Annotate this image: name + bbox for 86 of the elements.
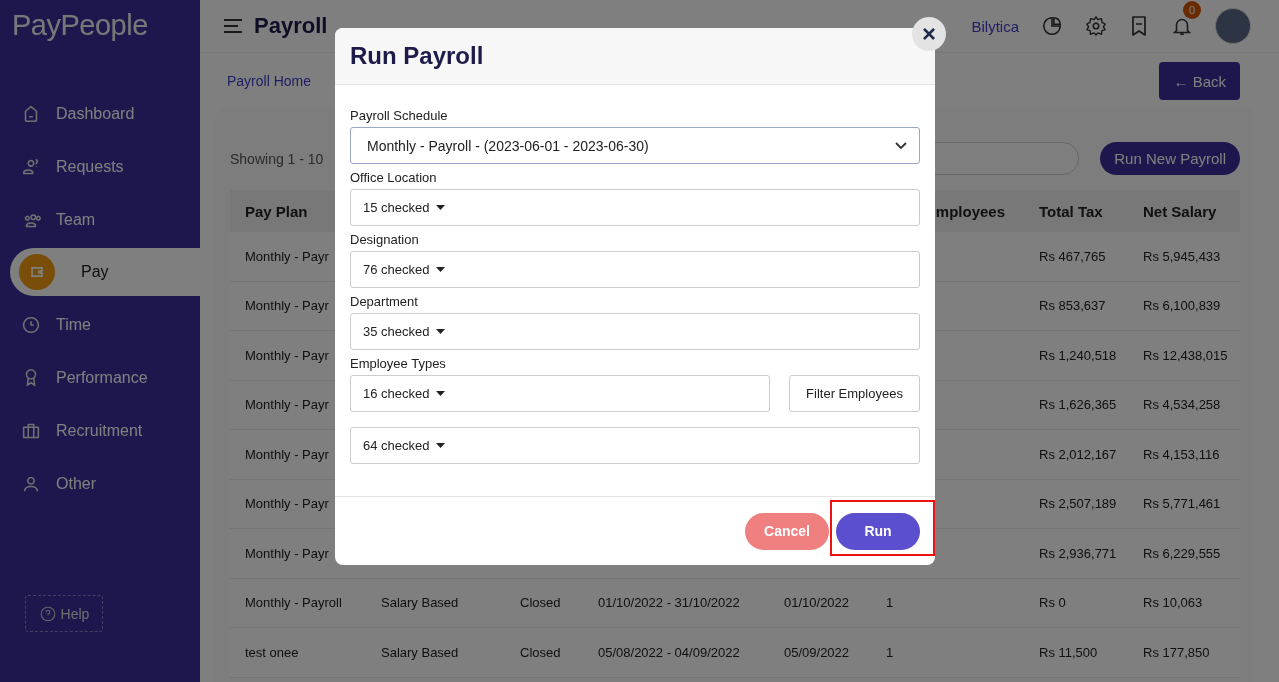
field-label: Employee Types bbox=[350, 354, 447, 373]
multiselect-dropdown[interactable]: 64 checked bbox=[350, 427, 920, 464]
table-cell: 01/10/2022 - 31/10/2022 bbox=[598, 595, 740, 611]
logo: PayPeople bbox=[11, 8, 149, 43]
multiselect-dropdown[interactable]: 76 checked bbox=[350, 251, 920, 288]
sidebar-item[interactable]: Performance bbox=[0, 351, 200, 404]
table-cell: 05/08/2022 - 04/09/2022 bbox=[598, 644, 740, 660]
table-cell: Closed bbox=[520, 595, 561, 611]
table-cell: Monthly - Payr bbox=[245, 248, 329, 264]
table-cell: Rs 5,771,461 bbox=[1143, 496, 1221, 512]
table-cell: Rs 4,534,258 bbox=[1143, 397, 1221, 413]
table-cell: Rs 10,063 bbox=[1143, 595, 1203, 611]
multiselect-dropdown[interactable]: 35 checked bbox=[350, 313, 920, 350]
wallet-icon bbox=[19, 254, 55, 290]
caret-icon bbox=[435, 391, 445, 396]
table-cell: Rs 2,936,771 bbox=[1039, 545, 1117, 561]
page-title: Payroll bbox=[254, 13, 328, 39]
table-cell: Rs 4,153,116 bbox=[1143, 446, 1220, 462]
table-cell: Rs 467,765 bbox=[1039, 248, 1106, 264]
notification-badge: 0 bbox=[1183, 1, 1201, 19]
field-label: Office Location bbox=[350, 168, 438, 187]
caret-icon bbox=[435, 267, 445, 272]
field-label: Payroll Schedule bbox=[350, 106, 449, 125]
sidebar-item[interactable]: Team bbox=[0, 193, 200, 246]
table-cell: Monthly - Payr bbox=[245, 298, 329, 314]
table-cell: Monthly - Payr bbox=[245, 545, 329, 561]
caret-icon bbox=[435, 205, 445, 210]
table-cell: 1 bbox=[886, 595, 894, 611]
sidebar-item[interactable]: Other bbox=[0, 457, 200, 510]
column-header: mployees bbox=[935, 202, 1005, 220]
sidebar-item[interactable]: Dashboard bbox=[0, 87, 200, 140]
table-cell: Rs 11,500 bbox=[1039, 644, 1098, 660]
table-cell: Monthly - Payroll bbox=[245, 595, 342, 611]
table-cell: Rs 853,637 bbox=[1039, 298, 1106, 314]
company-link[interactable]: Bilytica bbox=[971, 17, 1019, 35]
menu-icon[interactable] bbox=[224, 19, 242, 33]
table-cell: Closed bbox=[520, 644, 561, 660]
caret-icon bbox=[435, 443, 445, 448]
table-cell: Rs 2,012,167 bbox=[1039, 446, 1117, 462]
table-cell: 05/09/2022 bbox=[784, 644, 850, 660]
pie-chart-icon[interactable] bbox=[1041, 15, 1063, 37]
table-cell: Rs 6,100,839 bbox=[1143, 298, 1221, 314]
bookmark-icon[interactable] bbox=[1129, 15, 1149, 37]
table-cell: Rs 1,240,518 bbox=[1039, 347, 1117, 363]
help-icon bbox=[38, 604, 57, 623]
table-cell: Monthly - Payr bbox=[245, 347, 329, 363]
table-cell: Monthly - Payr bbox=[245, 446, 329, 462]
sidebar-item[interactable]: Pay bbox=[10, 248, 200, 296]
sidebar-item[interactable]: Requests bbox=[0, 140, 200, 193]
table-cell: Rs 5,945,433 bbox=[1143, 248, 1221, 264]
table-cell: Salary Based bbox=[381, 595, 459, 611]
run-new-payroll-button[interactable]: Run New Payroll bbox=[1100, 142, 1240, 175]
column-header: Net Salary bbox=[1143, 202, 1217, 220]
column-header: Pay Plan bbox=[245, 202, 308, 220]
schedule-dropdown[interactable]: Monthly - Payroll - (2023-06-01 - 2023-06-30) bbox=[350, 127, 920, 164]
table-cell: 01/10/2022 bbox=[784, 595, 850, 611]
table-cell: Rs 6,229,555 bbox=[1143, 545, 1221, 561]
result-count: Showing 1 - 10 bbox=[230, 150, 324, 167]
chevron-down-icon bbox=[895, 141, 907, 150]
sidebar-item[interactable]: Recruitment bbox=[0, 404, 200, 457]
back-button[interactable]: ← Back bbox=[1159, 62, 1240, 100]
field-label: Department bbox=[350, 292, 419, 311]
breadcrumb-link[interactable]: Payroll Home bbox=[227, 73, 312, 89]
multiselect-dropdown[interactable]: 16 checked bbox=[350, 375, 770, 412]
help-button[interactable]: Help bbox=[25, 595, 103, 632]
run-button[interactable]: Run bbox=[836, 512, 920, 550]
table-cell: Rs 177,850 bbox=[1143, 644, 1210, 660]
dialog-title: Run Payroll bbox=[350, 42, 484, 70]
sidebar-item[interactable]: Time bbox=[0, 298, 200, 351]
cancel-button[interactable]: Cancel bbox=[745, 512, 829, 550]
table-cell: Rs 2,507,189 bbox=[1039, 496, 1117, 512]
avatar[interactable] bbox=[1215, 8, 1251, 44]
table-cell: Monthly - Payr bbox=[245, 496, 329, 512]
table-cell: Monthly - Payr bbox=[245, 397, 329, 413]
table-cell: Rs 12,438,015 bbox=[1143, 347, 1228, 363]
field-label: Designation bbox=[350, 230, 420, 249]
table-cell: Rs 1,626,365 bbox=[1039, 397, 1117, 413]
caret-icon bbox=[435, 329, 445, 334]
table-cell: Salary Based bbox=[381, 644, 459, 660]
table-cell: test onee bbox=[245, 644, 299, 660]
table-cell: 1 bbox=[886, 644, 894, 660]
filter-employees-button[interactable]: Filter Employees bbox=[789, 375, 920, 412]
multiselect-dropdown[interactable]: 15 checked bbox=[350, 189, 920, 226]
settings-icon[interactable] bbox=[1085, 15, 1107, 37]
column-header: Total Tax bbox=[1039, 202, 1103, 220]
table-cell: Rs 0 bbox=[1039, 595, 1066, 611]
